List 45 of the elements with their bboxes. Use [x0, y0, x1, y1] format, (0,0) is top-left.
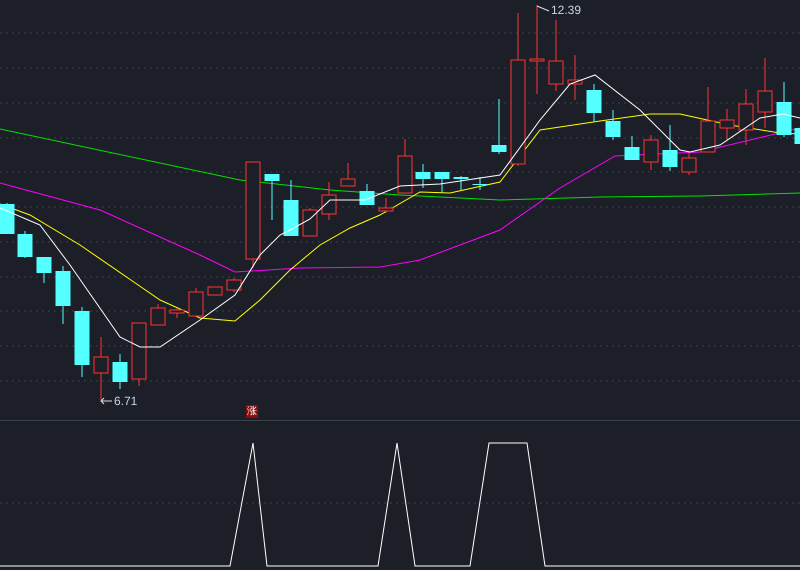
- candlestick: [700, 86, 716, 152]
- candlestick: [606, 110, 620, 140]
- candlestick: [0, 202, 14, 234]
- candlestick: [18, 230, 32, 258]
- candlestick: [112, 354, 128, 390]
- candlestick: [738, 88, 754, 146]
- candlestick: [208, 286, 222, 296]
- candlestick: [586, 84, 602, 122]
- candlestick: [74, 306, 90, 378]
- candlestick: [150, 304, 166, 326]
- candlestick: [624, 136, 640, 160]
- candlestick: [548, 20, 564, 92]
- candlestick: [340, 162, 356, 186]
- candlestick: [360, 184, 374, 206]
- candlestick: [378, 198, 394, 214]
- candlestick: [758, 58, 772, 128]
- candlestick: [188, 288, 204, 316]
- candlestick: [776, 82, 792, 138]
- candlestick: [36, 256, 52, 284]
- arrow-icon: [100, 398, 112, 404]
- candlestick: [56, 266, 70, 324]
- candlestick: [472, 176, 488, 190]
- candlestick: [170, 308, 184, 318]
- candlestick: [682, 152, 696, 176]
- candlestick: [284, 180, 298, 236]
- candlestick: [644, 134, 658, 170]
- candlestick: [226, 278, 242, 292]
- candlestick: [398, 138, 412, 194]
- high-price-label: 12.39: [551, 4, 582, 16]
- candlestick: [322, 182, 336, 220]
- candlestick: [454, 176, 468, 190]
- candlestick: [492, 98, 506, 154]
- candlestick: [720, 108, 734, 140]
- candlestick: [416, 164, 430, 188]
- candlestick: [264, 174, 280, 220]
- candlestick: [302, 208, 318, 236]
- leader-line: [536, 6, 550, 12]
- candlestick: [132, 322, 146, 386]
- candlestick: [568, 54, 582, 100]
- signal-badge: 涨: [246, 405, 258, 418]
- low-price-label: 6.71: [114, 395, 138, 407]
- candlestick: [94, 336, 108, 400]
- candlestick: [794, 128, 800, 144]
- candlestick: [434, 172, 450, 194]
- candlestick: [662, 124, 678, 172]
